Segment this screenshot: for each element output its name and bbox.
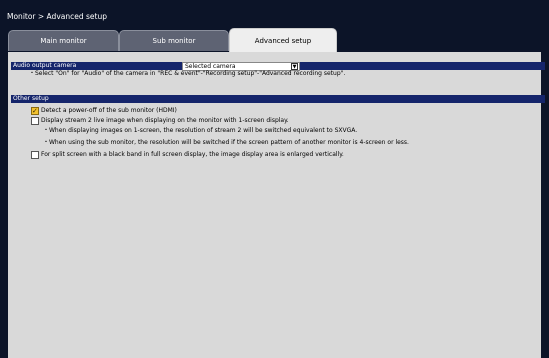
section-header-other: Other setup — [11, 95, 545, 103]
dropdown-arrow-icon[interactable]: ▼ — [291, 63, 298, 70]
stream2-note: ・When displaying images on 1-screen, the… — [43, 127, 358, 134]
select-value: Selected camera — [185, 63, 236, 70]
sub-monitor-note: ・When using the sub monitor, the resolut… — [43, 139, 409, 146]
tab-advanced-setup[interactable]: Advanced setup — [229, 28, 337, 52]
tab-main-monitor[interactable]: Main monitor — [8, 30, 119, 51]
detect-power-off-label: Detect a power-off of the sub monitor (H… — [41, 107, 177, 114]
audio-note: ・Select "On" for "Audio" of the camera i… — [29, 70, 346, 77]
display-stream2-checkbox[interactable] — [31, 117, 39, 125]
split-screen-enlarge-label: For split screen with a black band in fu… — [41, 151, 344, 158]
breadcrumb: Monitor > Advanced setup — [7, 12, 107, 21]
tab-sub-monitor[interactable]: Sub monitor — [119, 30, 229, 51]
tab-bar: Main monitor Sub monitor Advanced setup — [0, 28, 549, 52]
detect-power-off-checkbox[interactable] — [31, 106, 39, 116]
title-bar: Monitor > Advanced setup — [0, 0, 549, 28]
split-screen-enlarge-checkbox[interactable] — [31, 151, 39, 159]
display-stream2-label: Display stream 2 live image when display… — [41, 117, 289, 124]
